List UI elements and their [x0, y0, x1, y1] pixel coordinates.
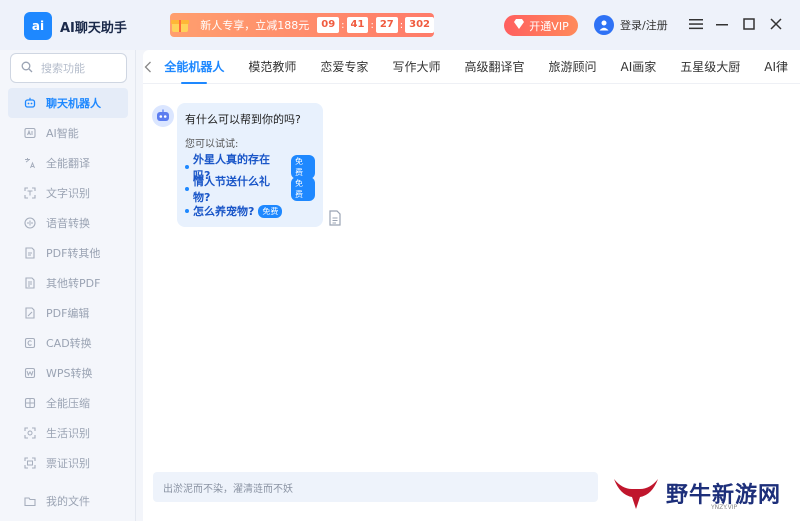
promo-text: 新人专享，立减188元: [200, 19, 310, 32]
voice-icon: [24, 217, 36, 229]
sidebar-item-label: 生活识别: [46, 427, 90, 440]
app-logo: ai: [24, 12, 52, 40]
timer-ms: 302: [405, 17, 434, 33]
vip-button[interactable]: 开通VIP: [504, 15, 578, 36]
sidebar-item-label: AI智能: [46, 127, 79, 140]
to-pdf-icon: [24, 277, 36, 289]
sidebar-item-label: WPS转换: [46, 367, 93, 380]
sidebar-item-label: CAD转换: [46, 337, 92, 350]
tab-all-round-robot[interactable]: 全能机器人: [152, 50, 236, 84]
sidebar-nav: 聊天机器人 AI智能 全能翻译 文字识别 语音转换 PDF转其他 其他转PDF: [0, 88, 136, 478]
tab-love-expert[interactable]: 恋爱专家: [308, 50, 380, 84]
pdf-edit-icon: [24, 307, 36, 319]
pdf-convert-icon: [24, 247, 36, 259]
sidebar-item-pdf-to-other[interactable]: PDF转其他: [0, 238, 136, 268]
wps-icon: [24, 367, 36, 379]
timer-hours: 09: [317, 17, 340, 33]
sidebar-item-label: 语音转换: [46, 217, 90, 230]
minimize-icon[interactable]: [712, 14, 732, 34]
free-badge: 免费: [291, 177, 315, 201]
suggestion-text: 情人节送什么礼物?: [192, 175, 270, 204]
ai-icon: [24, 127, 36, 139]
app-title: AI聊天助手: [60, 21, 127, 36]
sidebar-item-other-to-pdf[interactable]: 其他转PDF: [0, 268, 136, 298]
sidebar-item-label: 我的文件: [46, 495, 90, 508]
search-input[interactable]: 搜索功能: [10, 53, 127, 83]
main-panel: 全能机器人 模范教师 恋爱专家 写作大师 高级翻译官 旅游顾问 AI画家 五星级…: [143, 50, 800, 521]
life-scan-icon: [24, 427, 36, 439]
bull-icon: [614, 479, 658, 509]
sidebar-item-label: 聊天机器人: [46, 97, 101, 110]
vip-label: 开通VIP: [529, 19, 569, 33]
bot-avatar-icon: [152, 105, 174, 127]
suggestion-hint: 您可以试试:: [185, 139, 239, 150]
timer-minutes: 41: [346, 17, 369, 33]
assistant-tabs: 全能机器人 模范教师 恋爱专家 写作大师 高级翻译官 旅游顾问 AI画家 五星级…: [143, 50, 800, 84]
menu-icon[interactable]: [686, 14, 706, 34]
suggestion-item[interactable]: 怎么养宠物? 免费: [185, 200, 315, 222]
tab-travel-advisor[interactable]: 旅游顾问: [536, 50, 608, 84]
maximize-icon[interactable]: [739, 14, 759, 34]
promo-banner[interactable]: 新人专享，立减188元 09 : 41 : 27 : 302: [170, 13, 434, 37]
sidebar-item-voice[interactable]: 语音转换: [0, 208, 136, 238]
sidebar-item-translate[interactable]: 全能翻译: [0, 148, 136, 178]
sidebar-item-label: 其他转PDF: [46, 277, 101, 290]
watermark-logo: 野牛新游网 YNZY.VIP: [612, 470, 792, 516]
sidebar-item-chatbot[interactable]: 聊天机器人: [8, 88, 128, 118]
sidebar-item-label: 文字识别: [46, 187, 90, 200]
tab-ai-lawyer[interactable]: AI律: [752, 50, 800, 84]
translate-icon: [24, 157, 36, 169]
user-avatar-icon: [594, 15, 614, 35]
sidebar-item-wps[interactable]: WPS转换: [0, 358, 136, 388]
suggestion-text: 怎么养宠物?: [193, 205, 255, 218]
sidebar-item-compress[interactable]: 全能压缩: [0, 388, 136, 418]
sidebar-item-label: 全能翻译: [46, 157, 90, 170]
free-badge: 免费: [291, 155, 315, 179]
sidebar-item-cad[interactable]: CAD转换: [0, 328, 136, 358]
compress-icon: [24, 397, 36, 409]
sidebar-item-label: 票证识别: [46, 457, 90, 470]
sidebar-item-ai[interactable]: AI智能: [0, 118, 136, 148]
top-bar: ai AI聊天助手 新人专享，立减188元 09 : 41 : 27 : 302…: [0, 0, 800, 50]
sidebar: 搜索功能 聊天机器人 AI智能 全能翻译 文字识别 语音转换 PDF转其他 其他…: [0, 50, 136, 521]
copy-icon[interactable]: [328, 210, 342, 226]
login-label: 登录/注册: [620, 19, 668, 32]
message-input-placeholder: 出淤泥而不染，濯清涟而不妖: [163, 483, 293, 495]
close-icon[interactable]: [766, 14, 786, 34]
sidebar-item-label: PDF编辑: [46, 307, 90, 320]
suggestion-item[interactable]: 情人节送什么礼物? 免费: [185, 175, 315, 204]
sidebar-item-label: 全能压缩: [46, 397, 90, 410]
sidebar-item-text-recognition[interactable]: 文字识别: [0, 178, 136, 208]
diamond-icon: [513, 19, 525, 32]
cad-icon: [24, 337, 36, 349]
ticket-scan-icon: [24, 457, 36, 469]
bot-question: 有什么可以帮到你的吗?: [185, 113, 301, 126]
sidebar-bottom: 我的文件: [0, 486, 136, 516]
tab-translator[interactable]: 高级翻译官: [452, 50, 536, 84]
login-button[interactable]: 登录/注册: [594, 15, 668, 35]
bot-message: 有什么可以帮到你的吗? 您可以试试: 外星人真的存在吗? 免费 情人节送什么礼物…: [177, 103, 323, 227]
gift-icon: [170, 13, 190, 37]
tab-model-teacher[interactable]: 模范教师: [236, 50, 308, 84]
watermark-sub: YNZY.VIP: [711, 504, 738, 511]
timer-seconds: 27: [375, 17, 398, 33]
chevron-left-icon[interactable]: [143, 61, 152, 73]
tab-ai-painter[interactable]: AI画家: [608, 50, 668, 84]
search-placeholder: 搜索功能: [41, 62, 85, 75]
folder-icon: [24, 495, 36, 507]
sidebar-item-my-files[interactable]: 我的文件: [0, 486, 136, 516]
tab-five-star-chef[interactable]: 五星级大厨: [668, 50, 752, 84]
tab-writing-master[interactable]: 写作大师: [380, 50, 452, 84]
message-input[interactable]: 出淤泥而不染，濯清涟而不妖: [153, 472, 598, 502]
sidebar-item-pdf-edit[interactable]: PDF编辑: [0, 298, 136, 328]
search-icon: [21, 61, 33, 76]
sidebar-item-ticket-recognition[interactable]: 票证识别: [0, 448, 136, 478]
sidebar-item-label: PDF转其他: [46, 247, 101, 260]
scan-text-icon: [24, 187, 36, 199]
robot-icon: [24, 97, 36, 109]
free-badge: 免费: [258, 204, 283, 218]
sidebar-item-life-recognition[interactable]: 生活识别: [0, 418, 136, 448]
countdown-timer: 09 : 41 : 27 : 302: [317, 17, 434, 33]
